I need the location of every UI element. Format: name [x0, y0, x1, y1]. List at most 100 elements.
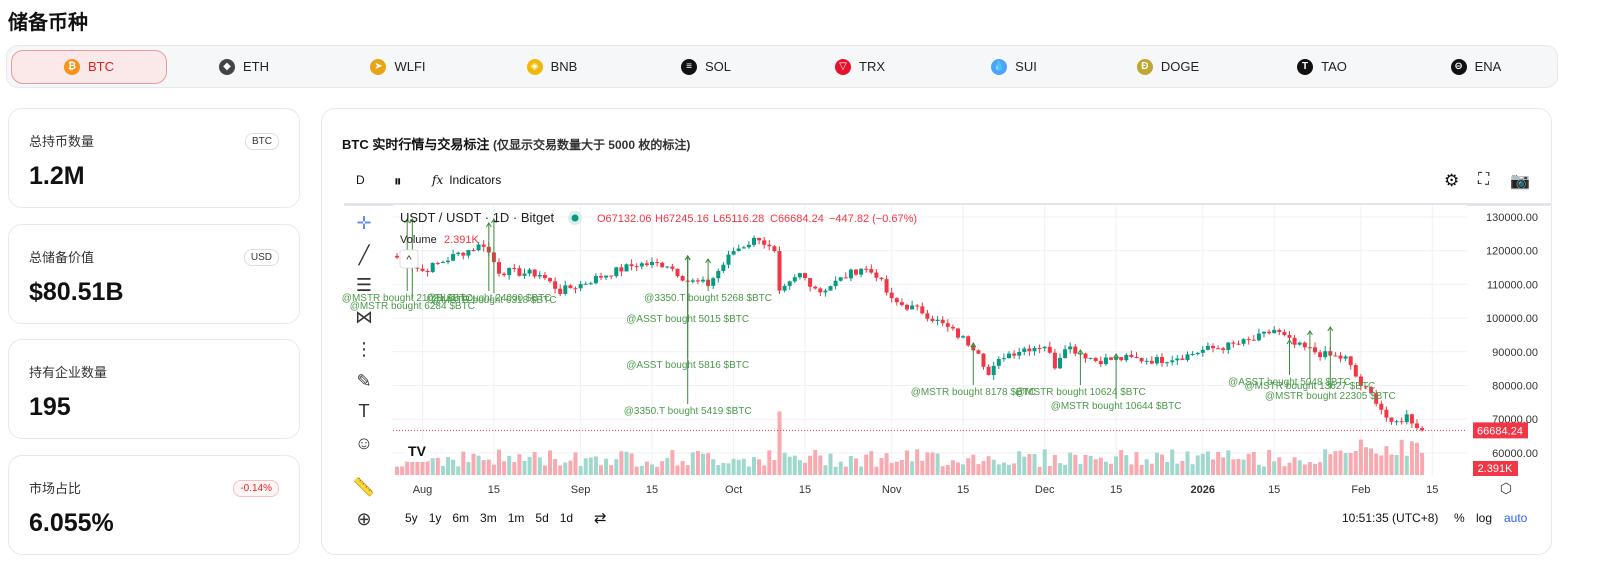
volume-bar	[593, 456, 598, 475]
volume-bar	[966, 458, 971, 475]
candle	[731, 251, 736, 255]
volume-bar	[762, 465, 767, 475]
volume-bar	[1042, 449, 1047, 475]
candle	[1027, 348, 1032, 352]
candle	[1404, 414, 1409, 423]
volume-bar	[491, 464, 496, 475]
candle	[1124, 354, 1129, 361]
volume-bar	[848, 456, 853, 475]
volume-bar	[767, 450, 772, 475]
volume-bar	[435, 457, 440, 475]
candle	[1001, 358, 1006, 360]
candle	[1415, 423, 1419, 429]
candle	[695, 280, 700, 282]
volume-bar	[1180, 460, 1185, 475]
volume-bar	[527, 456, 532, 475]
volume-bar	[1328, 454, 1333, 475]
candle	[945, 323, 950, 327]
trade-annotation: @MSTR bought 22305 $BTC	[1265, 391, 1396, 402]
volume-bar	[711, 459, 716, 475]
candle	[527, 269, 532, 274]
volume-bar	[1098, 457, 1103, 475]
candle	[542, 274, 547, 279]
candle	[599, 276, 603, 278]
price-chart[interactable]: 130000.00 120000.00 110000.00 100000.00 9000…	[0, 0, 1600, 571]
volume-bar	[945, 464, 950, 475]
axis-settings-icon[interactable]: ⬡	[1500, 480, 1512, 496]
volume-bar	[644, 461, 649, 475]
volume-bar	[782, 452, 787, 475]
volume-bar	[1226, 450, 1231, 475]
volume-bar	[1307, 462, 1312, 475]
candle	[537, 274, 542, 277]
candle	[910, 305, 915, 310]
volume-bar	[461, 451, 466, 475]
candle	[588, 283, 593, 285]
y-tick-label: 130000.00	[1486, 212, 1538, 224]
candle	[1022, 348, 1027, 352]
y-tick-label: 120000.00	[1486, 246, 1538, 258]
candle	[1226, 342, 1231, 350]
candle	[797, 273, 802, 278]
volume-bar	[1205, 451, 1210, 475]
volume-bar	[1272, 461, 1277, 475]
volume-bar	[604, 458, 609, 475]
plot-area[interactable]	[393, 205, 1467, 475]
candle	[864, 268, 869, 270]
volume-bar	[925, 452, 930, 475]
volume-bar	[859, 466, 864, 475]
candle	[461, 252, 466, 256]
candle	[736, 248, 741, 252]
candle	[675, 268, 680, 277]
candle	[1119, 357, 1124, 361]
chevron-up-icon: ^	[406, 254, 412, 266]
candle	[1221, 348, 1226, 350]
candle	[1093, 357, 1098, 361]
volume-bar	[548, 450, 552, 475]
volume-bar	[818, 455, 823, 475]
candle	[425, 270, 430, 273]
candle	[420, 268, 425, 271]
candle	[772, 246, 777, 252]
volume-bar	[1379, 455, 1384, 475]
candle	[502, 273, 507, 276]
volume-bar	[639, 465, 644, 475]
volume-bar	[910, 461, 915, 475]
legend-symbol: USDT / USDT · 1D · Bitget	[400, 210, 554, 225]
volume-bar	[721, 462, 726, 475]
volume-bar	[685, 465, 690, 475]
volume-bar	[451, 459, 456, 475]
candle	[991, 365, 996, 376]
volume-bar	[752, 457, 756, 475]
volume-bar	[507, 455, 512, 475]
candle	[981, 353, 986, 367]
last-price-text: 66684.24	[1477, 425, 1523, 437]
volume-bar	[813, 449, 818, 475]
volume-bar	[1160, 454, 1164, 475]
candle	[1251, 339, 1256, 341]
volume-bar	[879, 457, 884, 475]
candle	[644, 263, 649, 266]
candle	[1394, 421, 1399, 423]
volume-bar	[517, 454, 522, 475]
candle	[1144, 360, 1149, 362]
volume-bar	[1007, 464, 1011, 475]
candle	[430, 262, 435, 273]
candle	[1272, 329, 1277, 334]
volume-bar	[864, 454, 869, 475]
volume-bar	[920, 460, 925, 475]
volume-bar	[1119, 449, 1124, 475]
candle	[1098, 360, 1103, 365]
x-tick-label: 15	[488, 484, 500, 496]
volume-bar	[1114, 456, 1119, 475]
candle	[823, 290, 828, 293]
volume-bar	[884, 453, 889, 475]
volume-bar	[1068, 452, 1073, 475]
candle	[996, 359, 1001, 366]
candle	[471, 250, 476, 252]
x-tick-label: Oct	[725, 484, 742, 496]
volume-bar	[481, 460, 486, 475]
legend-low: L65116.28	[713, 213, 764, 225]
trade-annotation: @MSTR bought 10624 $BTC	[1015, 387, 1146, 398]
candle	[619, 267, 624, 272]
